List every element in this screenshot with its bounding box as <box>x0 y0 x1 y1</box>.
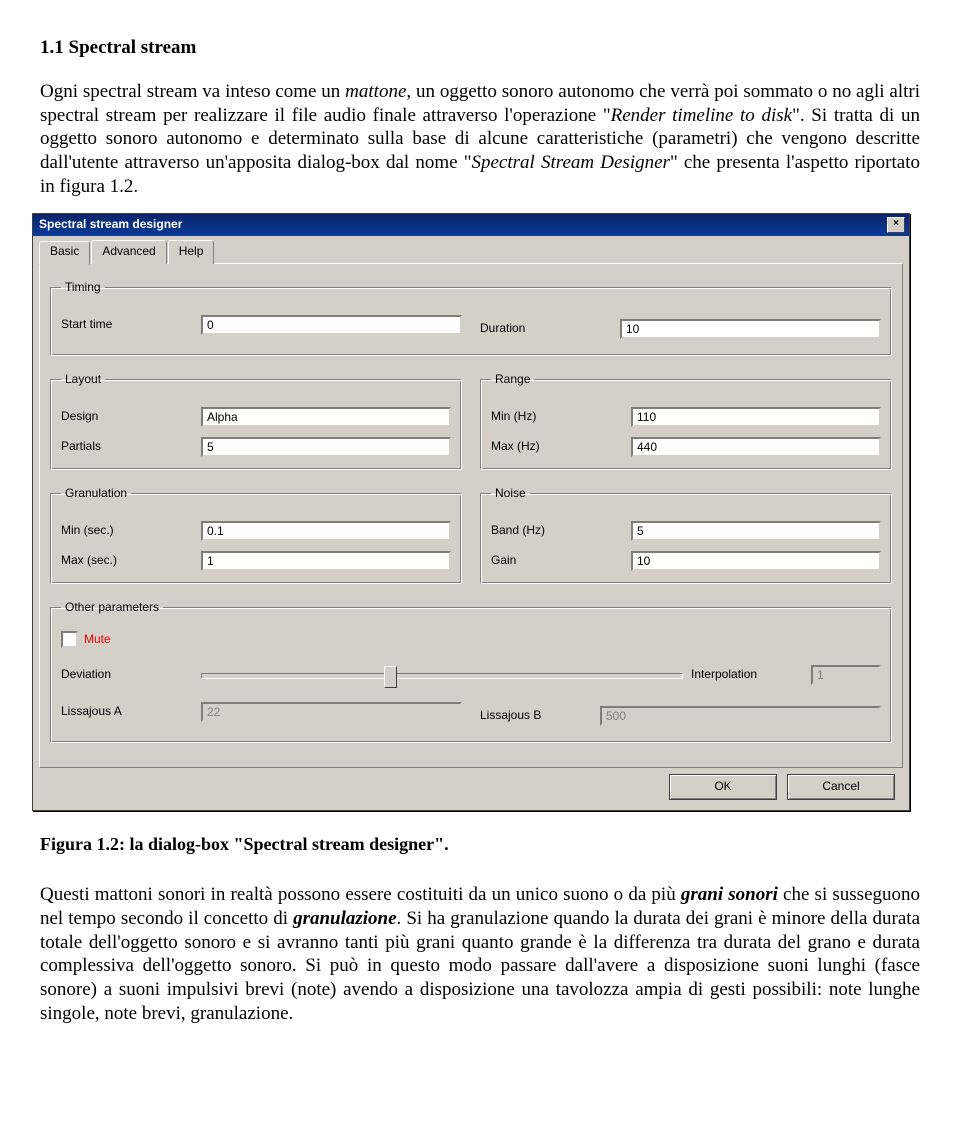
close-icon[interactable]: × <box>887 217 905 233</box>
label-partials: Partials <box>61 439 201 454</box>
label-start-time: Start time <box>61 317 201 332</box>
group-granulation: Granulation Min (sec.) Max (sec.) <box>50 486 462 584</box>
tab-panel-basic: Timing Start time Duration <box>39 263 903 768</box>
input-partials[interactable] <box>201 437 451 457</box>
tab-strip: Basic Advanced Help <box>39 240 903 264</box>
spectral-stream-designer-dialog: Spectral stream designer × Basic Advance… <box>32 213 910 811</box>
group-noise: Noise Band (Hz) Gain <box>480 486 892 584</box>
label-lissajous-b: Lissajous B <box>480 708 600 723</box>
input-max-sec[interactable] <box>201 551 451 571</box>
group-range-legend: Range <box>491 372 534 387</box>
tab-help[interactable]: Help <box>168 240 215 264</box>
input-duration[interactable] <box>620 319 881 339</box>
input-lissajous-a <box>201 702 462 722</box>
dialog-screenshot: Spectral stream designer × Basic Advance… <box>32 213 920 811</box>
group-other-legend: Other parameters <box>61 600 163 615</box>
input-lissajous-b <box>600 706 881 726</box>
p1-d: Render timeline to disk <box>611 105 793 126</box>
titlebar[interactable]: Spectral stream designer × <box>33 214 909 236</box>
group-noise-legend: Noise <box>491 486 530 501</box>
paragraph-1: Ogni spectral stream va inteso come un m… <box>40 80 920 199</box>
input-start-time[interactable] <box>201 315 462 335</box>
p2-a: Questi mattoni sonori in realtà possono … <box>40 884 681 905</box>
p2-d: granulazione <box>293 908 396 929</box>
group-layout: Layout Design Partials <box>50 372 462 470</box>
group-range: Range Min (Hz) Max (Hz) <box>480 372 892 470</box>
tab-advanced[interactable]: Advanced <box>91 240 166 264</box>
slider-deviation[interactable] <box>201 664 683 686</box>
label-max-hz: Max (Hz) <box>491 439 631 454</box>
group-other: Other parameters Mute Deviation Interpol… <box>50 600 892 743</box>
label-mute: Mute <box>84 632 111 647</box>
p1-f: Spectral Stream Designer <box>472 152 670 173</box>
cancel-button[interactable]: Cancel <box>787 774 895 800</box>
window-title: Spectral stream designer <box>39 217 182 232</box>
section-heading: 1.1 Spectral stream <box>40 36 920 60</box>
group-timing-legend: Timing <box>61 280 105 295</box>
paragraph-2: Questi mattoni sonori in realtà possono … <box>40 883 920 1026</box>
p2-b: grani sonori <box>681 884 778 905</box>
label-interpolation: Interpolation <box>683 667 811 682</box>
input-design[interactable] <box>201 407 451 427</box>
group-layout-legend: Layout <box>61 372 105 387</box>
slider-groove <box>201 673 683 679</box>
tab-basic[interactable]: Basic <box>39 241 90 265</box>
input-min-sec[interactable] <box>201 521 451 541</box>
label-deviation: Deviation <box>61 667 201 682</box>
label-design: Design <box>61 409 201 424</box>
display-interpolation: 1 <box>811 665 881 685</box>
label-lissajous-a: Lissajous A <box>61 704 201 719</box>
group-timing: Timing Start time Duration <box>50 280 892 356</box>
label-max-sec: Max (sec.) <box>61 553 201 568</box>
checkbox-mute[interactable] <box>61 631 78 648</box>
p1-b: mattone <box>345 81 406 102</box>
ok-button[interactable]: OK <box>669 774 777 800</box>
label-band-hz: Band (Hz) <box>491 523 631 538</box>
label-duration: Duration <box>480 321 620 336</box>
group-granulation-legend: Granulation <box>61 486 131 501</box>
figure-caption: Figura 1.2: la dialog-box "Spectral stre… <box>40 833 920 856</box>
label-gain: Gain <box>491 553 631 568</box>
input-max-hz[interactable] <box>631 437 881 457</box>
slider-thumb-icon[interactable] <box>384 666 397 688</box>
input-gain[interactable] <box>631 551 881 571</box>
label-min-hz: Min (Hz) <box>491 409 631 424</box>
p1-a: Ogni spectral stream va inteso come un <box>40 81 345 102</box>
input-min-hz[interactable] <box>631 407 881 427</box>
input-band-hz[interactable] <box>631 521 881 541</box>
label-min-sec: Min (sec.) <box>61 523 201 538</box>
